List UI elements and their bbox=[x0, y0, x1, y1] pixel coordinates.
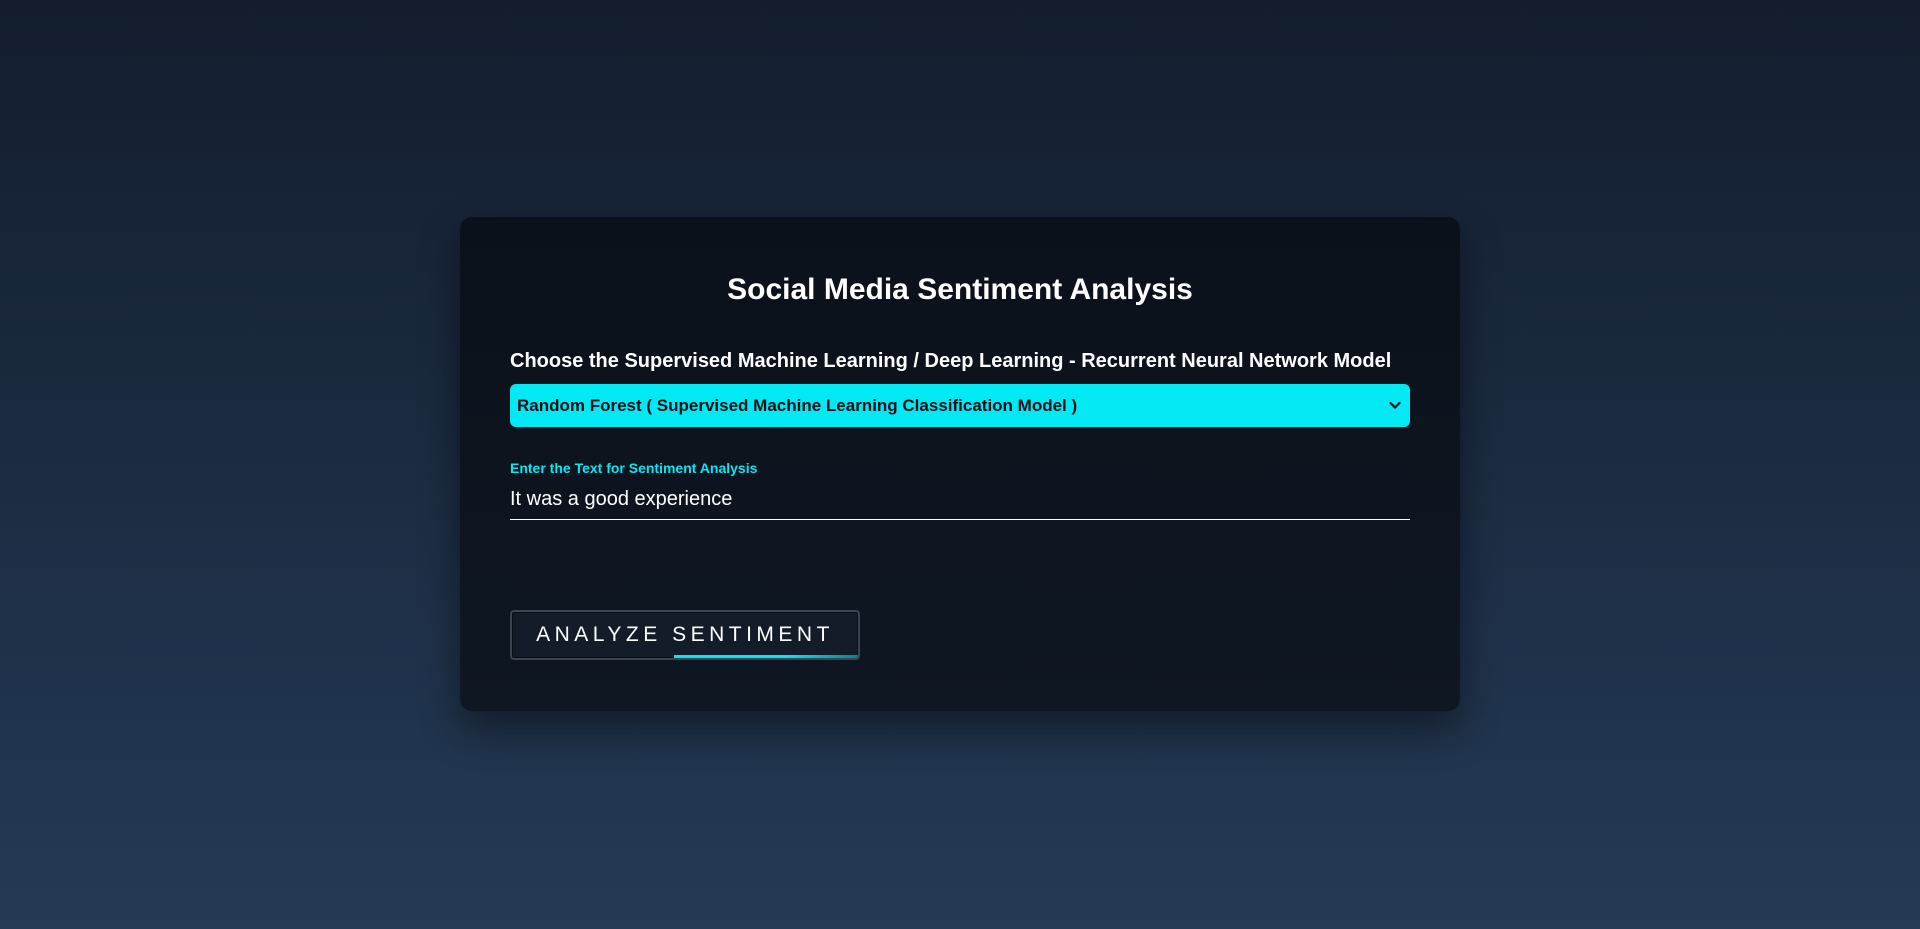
model-select[interactable]: Random Forest ( Supervised Machine Learn… bbox=[510, 384, 1410, 427]
sentiment-card: Social Media Sentiment Analysis Choose t… bbox=[460, 217, 1460, 711]
chevron-down-icon bbox=[1387, 398, 1403, 414]
analyze-sentiment-button[interactable]: ANALYZE SENTIMENT bbox=[510, 610, 860, 660]
model-select-label: Choose the Supervised Machine Learning /… bbox=[510, 350, 1392, 372]
model-select-value: Random Forest ( Supervised Machine Learn… bbox=[517, 395, 1078, 415]
sentiment-text-value: It was a good experience bbox=[510, 488, 733, 510]
button-underline-accent bbox=[674, 655, 858, 658]
text-input-label: Enter the Text for Sentiment Analysis bbox=[510, 460, 758, 476]
sentiment-text-input[interactable]: It was a good experience bbox=[510, 480, 1410, 520]
page-title: Social Media Sentiment Analysis bbox=[727, 273, 1193, 306]
analyze-button-label: ANALYZE SENTIMENT bbox=[536, 623, 834, 646]
